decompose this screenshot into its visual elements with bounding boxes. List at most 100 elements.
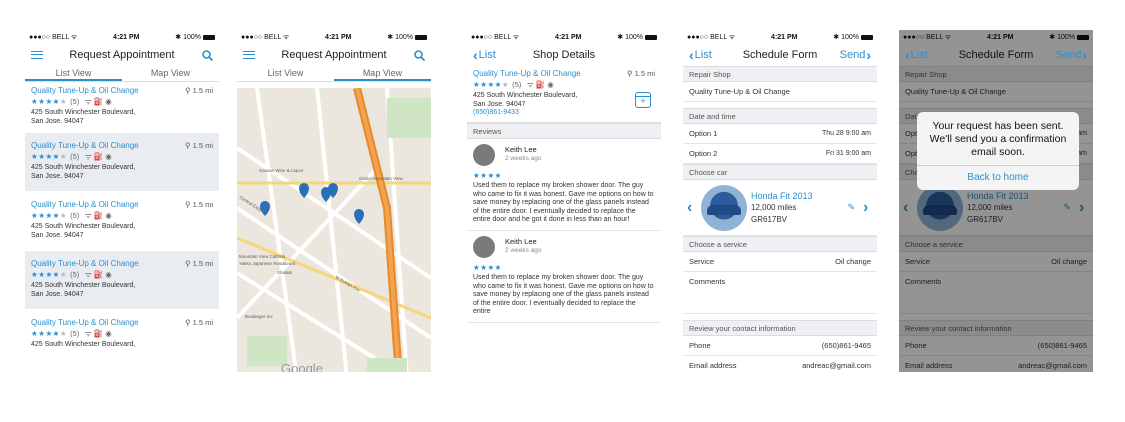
service-header: Choose a service bbox=[683, 236, 877, 252]
tab-list-view[interactable]: List View bbox=[25, 66, 122, 81]
map-label: Mountain View Caltrain bbox=[239, 254, 286, 259]
map[interactable]: Sousas Wine & Liquor Gekko Mountain View… bbox=[237, 88, 431, 372]
menu-button[interactable] bbox=[243, 51, 255, 59]
rating: ★★★★★ (5) ᯤ ⛽ ◉ bbox=[473, 80, 554, 89]
add-calendar-icon[interactable] bbox=[635, 92, 651, 108]
edit-pencil-icon[interactable]: ✎ bbox=[847, 202, 855, 213]
view-tabs: List View Map View bbox=[237, 66, 431, 82]
shop-address: 425 South Winchester Boulevard, San Jose.… bbox=[31, 109, 136, 125]
send-button[interactable]: Send › bbox=[840, 47, 871, 63]
car-photo bbox=[701, 184, 747, 231]
chevron-right-icon: › bbox=[1082, 47, 1087, 63]
status-bar: ●●●○○ BELL ᯤ 4:21 PM ✱ 100% bbox=[237, 30, 431, 44]
shop-name[interactable]: Quality Tune-Up & Oil Change bbox=[31, 200, 139, 209]
avatar bbox=[473, 143, 495, 166]
chevron-left-icon: ‹ bbox=[689, 47, 694, 63]
comments-field[interactable]: Comments bbox=[683, 272, 877, 314]
chevron-left-icon: ‹ bbox=[473, 47, 478, 63]
chevron-left-icon[interactable]: ‹ bbox=[687, 199, 697, 217]
page-title: Request Appointment bbox=[69, 49, 175, 61]
map-label: Sousas Wine & Liquor bbox=[259, 168, 304, 173]
modal-overlay bbox=[899, 30, 1093, 372]
amenity-icons: ᯤ ⛽ ◉ bbox=[84, 97, 112, 106]
nav-bar: ‹ List Shop Details bbox=[467, 44, 661, 66]
repair-shop-field[interactable]: Quality Tune-Up & Oil Change bbox=[683, 82, 877, 102]
hamburger-icon bbox=[243, 51, 255, 59]
tab-list-view[interactable]: List View bbox=[237, 66, 334, 81]
shop-address: 425 South Winchester Boulevard, San Jose.… bbox=[473, 92, 578, 108]
rating: ★★★★★ (5) ᯤ ⛽ ◉ bbox=[31, 97, 112, 106]
distance: ⚲ 1.5 mi bbox=[184, 86, 213, 95]
date-option-1[interactable]: Option 1 Thu 28 9:00 am bbox=[683, 124, 877, 144]
distance: ⚲ 1.5 mi bbox=[626, 69, 655, 78]
date-option-2[interactable]: Option 2 Fri 31 9:00 am bbox=[683, 144, 877, 164]
back-button[interactable]: ‹ List bbox=[689, 47, 712, 63]
shop-name: Quality Tune-Up & Oil Change bbox=[473, 69, 581, 78]
chevron-left-icon: ‹ bbox=[905, 47, 910, 63]
back-button: ‹ List bbox=[905, 47, 928, 63]
back-button[interactable]: ‹ List bbox=[473, 47, 496, 63]
shop-name[interactable]: Quality Tune-Up & Oil Change bbox=[31, 141, 139, 150]
phone-field[interactable]: Phone (650)861-9465 bbox=[683, 336, 877, 356]
list-item[interactable]: Quality Tune-Up & Oil Change ⚲ 1.5 mi ★★★… bbox=[25, 251, 219, 310]
review-item: Keith Lee 2 weeks ago ★★★★ Used them to r… bbox=[467, 231, 661, 323]
shop-name[interactable]: Quality Tune-Up & Oil Change bbox=[31, 259, 139, 268]
review-rating: ★★★★ bbox=[473, 262, 502, 272]
shop-address: 425 South Winchester Boulevard, San Jose.… bbox=[31, 164, 136, 180]
menu-button[interactable] bbox=[31, 51, 43, 59]
reviewer-name: Keith Lee bbox=[505, 237, 537, 246]
review-item: Keith Lee 2 weeks ago ★★★★ Used them to r… bbox=[467, 139, 661, 231]
map-canvas[interactable]: Sousas Wine & Liquor Gekko Mountain View… bbox=[237, 88, 431, 372]
review-date: 2 weeks ago bbox=[505, 154, 542, 162]
battery-icon bbox=[644, 34, 657, 40]
avatar bbox=[473, 235, 495, 258]
list-item[interactable]: Quality Tune-Up & Oil Change ⚲ 1.5 mi ★★★… bbox=[25, 133, 219, 192]
rating: ★★★★★ (5) ᯤ ⛽ ◉ bbox=[31, 329, 112, 338]
status-bar: ●●●○○ BELL ᯤ 4:21 PM ✱ 100% bbox=[25, 30, 219, 44]
date-header: Date and time bbox=[683, 108, 877, 124]
shop-address: 425 South Winchester Boulevard, San Jose.… bbox=[31, 223, 136, 239]
distance: ⚲ 1.5 mi bbox=[184, 259, 213, 268]
email-field[interactable]: Email address andreac@gmail.com bbox=[683, 356, 877, 372]
distance: ⚲ 1.5 mi bbox=[184, 200, 213, 209]
battery-icon bbox=[414, 34, 427, 40]
map-label: Shalala bbox=[277, 270, 293, 275]
screen-schedule-form: ●●●○○ BELL ᯤ 4:21 PM ✱ 100% ‹ List Schedu… bbox=[683, 30, 877, 372]
screen-confirmation: ●●●○○ BELL ᯤ 4:21 PM ✱ 100% ‹ List Schedu… bbox=[899, 30, 1093, 372]
chevron-right-icon[interactable]: › bbox=[863, 199, 873, 217]
status-bar: ●●●○○ BELL ᯤ 4:21 PM ✱ 100% bbox=[467, 30, 661, 44]
list-item[interactable]: Quality Tune-Up & Oil Change ⚲ 1.5 mi ★★★… bbox=[25, 192, 219, 251]
review-text: Used them to replace my broken shower do… bbox=[473, 182, 654, 223]
tab-map-view[interactable]: Map View bbox=[122, 66, 219, 81]
shop-name[interactable]: Quality Tune-Up & Oil Change bbox=[31, 318, 139, 327]
shop-name[interactable]: Quality Tune-Up & Oil Change bbox=[31, 86, 139, 95]
nav-bar: ‹ List Schedule Form Send › bbox=[683, 44, 877, 66]
battery-icon bbox=[202, 34, 215, 40]
search-button[interactable] bbox=[202, 49, 213, 61]
car-plate: GR617BV bbox=[751, 214, 788, 224]
confirmation-dialog: Your request has been sent. We'll send y… bbox=[917, 112, 1079, 190]
carrier: ●●●○○ BELL ᯤ bbox=[29, 33, 78, 41]
service-field[interactable]: Service Oil change bbox=[683, 252, 877, 272]
back-to-home-button[interactable]: Back to home bbox=[917, 165, 1079, 190]
review-rating: ★★★★ bbox=[473, 170, 502, 180]
search-button[interactable] bbox=[414, 49, 425, 61]
page-title: Request Appointment bbox=[281, 49, 387, 61]
shop-summary: Quality Tune-Up & Oil Change ⚲ 1.5 mi ★★★… bbox=[467, 66, 661, 123]
tab-map-view[interactable]: Map View bbox=[334, 66, 431, 81]
map-label: Gekko Mountain View bbox=[359, 176, 403, 181]
list-item[interactable]: Quality Tune-Up & Oil Change ⚲ 1.5 mi ★★★… bbox=[25, 310, 219, 357]
shop-address: 425 South Winchester Boulevard, bbox=[31, 341, 136, 348]
hamburger-icon bbox=[31, 51, 43, 59]
map-pin-icon[interactable] bbox=[354, 209, 364, 224]
nav-bar: Request Appointment bbox=[25, 44, 219, 66]
contact-header: Review your contact information bbox=[683, 320, 877, 336]
status-bar: ●●●○○ BELL ᯤ 4:21 PM ✱ 100% bbox=[683, 30, 877, 44]
search-icon bbox=[414, 49, 425, 61]
reviews-header: Reviews bbox=[467, 122, 661, 139]
screen-list-view: ●●●○○ BELL ᯤ 4:21 PM ✱ 100% Request Appo… bbox=[25, 30, 219, 372]
list-item[interactable]: Quality Tune-Up & Oil Change ⚲ 1.5 mi ★★★… bbox=[25, 82, 219, 133]
view-tabs: List View Map View bbox=[25, 66, 219, 82]
shop-phone[interactable]: (650)861-9433 bbox=[473, 109, 655, 118]
reviewer-name: Keith Lee bbox=[505, 145, 537, 154]
